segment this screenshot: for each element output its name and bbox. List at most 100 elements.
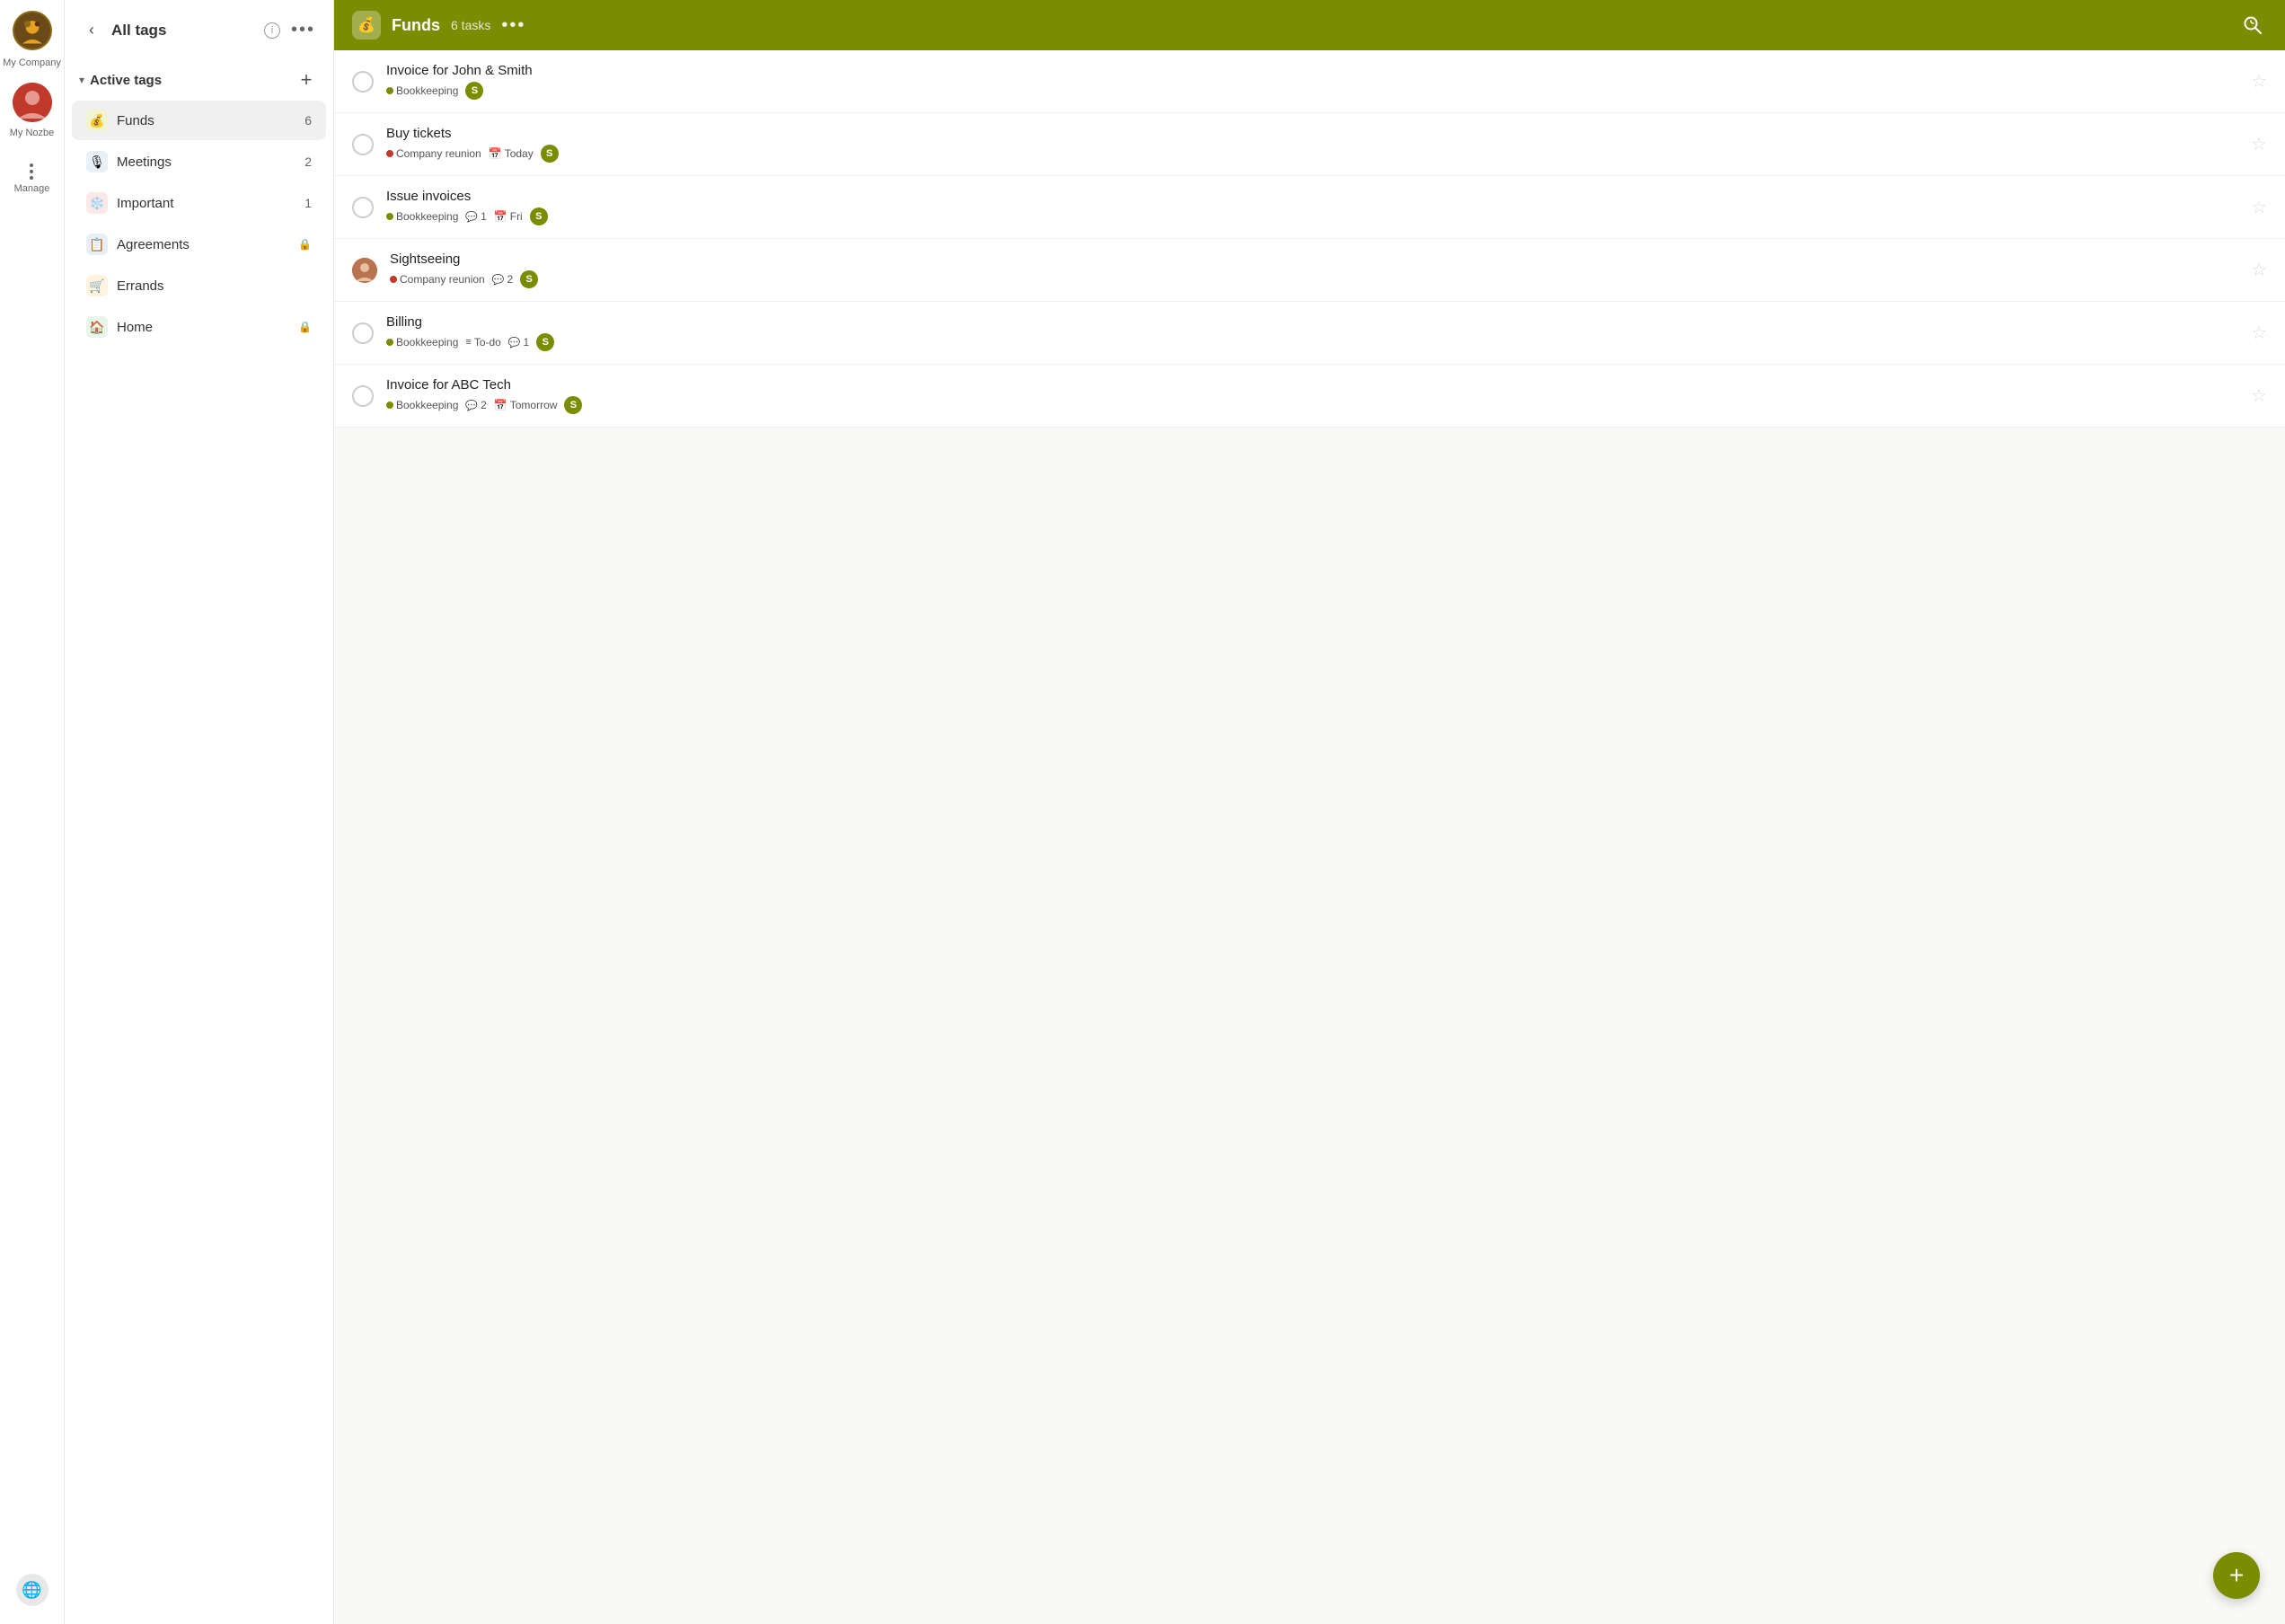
meta-tag: Bookkeeping bbox=[386, 399, 458, 411]
task-content: Issue invoicesBookkeeping💬1📅FriS bbox=[386, 189, 2238, 225]
meta-person-badge: S bbox=[564, 396, 582, 414]
task-content: Buy ticketsCompany reunion📅TodayS bbox=[386, 126, 2238, 163]
home-tag-icon: 🏠 bbox=[86, 316, 108, 338]
back-button[interactable]: ‹ bbox=[79, 18, 104, 43]
meetings-tag-icon: 🎙 bbox=[86, 151, 108, 172]
task-item-4[interactable]: SightseeingCompany reunion💬2S☆ bbox=[334, 239, 2285, 302]
task-item-6[interactable]: Invoice for ABC TechBookkeeping💬2📅Tomorr… bbox=[334, 365, 2285, 428]
meta-person-badge: S bbox=[541, 145, 559, 163]
tag-label: Bookkeeping bbox=[396, 399, 458, 411]
meta-person-badge: S bbox=[520, 270, 538, 288]
task-list: Invoice for John & SmithBookkeepingS☆Buy… bbox=[334, 50, 2285, 1624]
info-icon: i bbox=[271, 25, 273, 36]
task-star-button[interactable]: ☆ bbox=[2251, 196, 2267, 218]
active-tags-label: Active tags bbox=[90, 73, 288, 88]
meta-comment: 💬2 bbox=[492, 273, 513, 286]
task-checkbox[interactable] bbox=[352, 197, 374, 218]
meetings-count: 2 bbox=[304, 154, 312, 169]
calendar-icon: 📅 bbox=[489, 147, 502, 160]
user-label: My Nozbe bbox=[10, 128, 55, 138]
task-checkbox[interactable] bbox=[352, 385, 374, 407]
task-title: Invoice for ABC Tech bbox=[386, 377, 2238, 393]
info-button[interactable]: i bbox=[264, 22, 280, 39]
meta-status: ≡To-do bbox=[465, 336, 500, 349]
meta-date: 📅Today bbox=[489, 147, 534, 160]
sidebar-item-home[interactable]: 🏠Home🔒 bbox=[72, 307, 326, 347]
main-header: 💰 Funds 6 tasks ••• bbox=[334, 0, 2285, 50]
task-item-1[interactable]: Invoice for John & SmithBookkeepingS☆ bbox=[334, 50, 2285, 113]
task-item-3[interactable]: Issue invoicesBookkeeping💬1📅FriS☆ bbox=[334, 176, 2285, 239]
manage-label: Manage bbox=[14, 183, 50, 194]
tag-dot-icon bbox=[386, 339, 393, 346]
sidebar-item-important[interactable]: ❄️Important1 bbox=[72, 183, 326, 223]
main-header-icon: 💰 bbox=[352, 11, 381, 40]
meta-tag: Bookkeeping bbox=[386, 336, 458, 349]
section-chevron-icon: ▾ bbox=[79, 74, 84, 86]
sidebar-item-errands[interactable]: 🛒Errands bbox=[72, 266, 326, 305]
tag-dot-icon bbox=[386, 150, 393, 157]
meta-person-badge: S bbox=[536, 333, 554, 351]
comment-count: 1 bbox=[524, 336, 530, 349]
manage-button[interactable]: Manage bbox=[7, 156, 57, 201]
task-star-button[interactable]: ☆ bbox=[2251, 70, 2267, 93]
earth-button[interactable]: 🌐 bbox=[16, 1574, 49, 1606]
task-title: Issue invoices bbox=[386, 189, 2238, 204]
task-content: Invoice for ABC TechBookkeeping💬2📅Tomorr… bbox=[386, 377, 2238, 414]
icon-bar: My Company My Nozbe Manage 🌐 bbox=[0, 0, 65, 1624]
comment-count: 2 bbox=[507, 273, 513, 286]
comment-count: 1 bbox=[481, 210, 487, 223]
meta-comment: 💬1 bbox=[465, 210, 486, 223]
task-avatar bbox=[352, 258, 377, 283]
task-meta: Bookkeeping ≡To-do 💬1S bbox=[386, 333, 2238, 351]
comment-count: 2 bbox=[481, 399, 487, 411]
task-content: BillingBookkeeping≡To-do💬1S bbox=[386, 314, 2238, 351]
task-title: Buy tickets bbox=[386, 126, 2238, 141]
tag-dot-icon bbox=[386, 213, 393, 220]
main-header-title: Funds bbox=[392, 16, 440, 35]
task-content: SightseeingCompany reunion💬2S bbox=[390, 252, 2238, 288]
tag-list: 💰Funds6🎙Meetings2❄️Important1📋Agreements… bbox=[65, 100, 333, 348]
task-content: Invoice for John & SmithBookkeepingS bbox=[386, 63, 2238, 100]
task-checkbox[interactable] bbox=[352, 322, 374, 344]
date-label: Today bbox=[505, 147, 534, 160]
task-meta: Company reunion📅TodayS bbox=[386, 145, 2238, 163]
user-avatar[interactable] bbox=[13, 83, 52, 122]
active-tags-section-header: ▾ Active tags + bbox=[65, 60, 333, 100]
calendar-icon: 📅 bbox=[494, 399, 507, 411]
meta-tag: Company reunion bbox=[390, 273, 485, 286]
add-tag-button[interactable]: + bbox=[294, 67, 319, 93]
meta-tag: Bookkeeping bbox=[386, 210, 458, 223]
home-tag-name: Home bbox=[117, 320, 289, 335]
tag-dot-icon bbox=[386, 402, 393, 409]
important-count: 1 bbox=[304, 196, 312, 210]
important-tag-icon: ❄️ bbox=[86, 192, 108, 214]
tag-dot-icon bbox=[386, 87, 393, 94]
sidebar-more-button[interactable]: ••• bbox=[287, 16, 319, 44]
task-item-2[interactable]: Buy ticketsCompany reunion📅TodayS☆ bbox=[334, 113, 2285, 176]
meta-date: 📅Fri bbox=[494, 210, 523, 223]
task-meta: Bookkeeping💬1📅FriS bbox=[386, 207, 2238, 225]
sidebar-item-agreements[interactable]: 📋Agreements🔒 bbox=[72, 225, 326, 264]
task-star-button[interactable]: ☆ bbox=[2251, 133, 2267, 155]
search-button[interactable] bbox=[2238, 11, 2267, 40]
task-item-5[interactable]: BillingBookkeeping≡To-do💬1S☆ bbox=[334, 302, 2285, 365]
task-checkbox[interactable] bbox=[352, 134, 374, 155]
task-star-button[interactable]: ☆ bbox=[2251, 322, 2267, 344]
sidebar-item-funds[interactable]: 💰Funds6 bbox=[72, 101, 326, 140]
task-star-button[interactable]: ☆ bbox=[2251, 384, 2267, 407]
comment-icon: 💬 bbox=[465, 400, 478, 411]
task-star-button[interactable]: ☆ bbox=[2251, 259, 2267, 281]
company-avatar[interactable] bbox=[13, 11, 52, 50]
funds-count: 6 bbox=[304, 113, 312, 128]
search-icon bbox=[2243, 15, 2263, 35]
add-task-fab[interactable]: + bbox=[2213, 1552, 2260, 1599]
date-label: Fri bbox=[510, 210, 523, 223]
task-checkbox[interactable] bbox=[352, 71, 374, 93]
main-content: 💰 Funds 6 tasks ••• Invoice for John & S… bbox=[334, 0, 2285, 1624]
meta-person-badge: S bbox=[465, 82, 483, 100]
tag-label: Bookkeeping bbox=[396, 84, 458, 97]
comment-icon: 💬 bbox=[508, 337, 521, 349]
main-header-more-button[interactable]: ••• bbox=[501, 15, 525, 36]
errands-tag-name: Errands bbox=[117, 278, 312, 294]
sidebar-item-meetings[interactable]: 🎙Meetings2 bbox=[72, 142, 326, 181]
